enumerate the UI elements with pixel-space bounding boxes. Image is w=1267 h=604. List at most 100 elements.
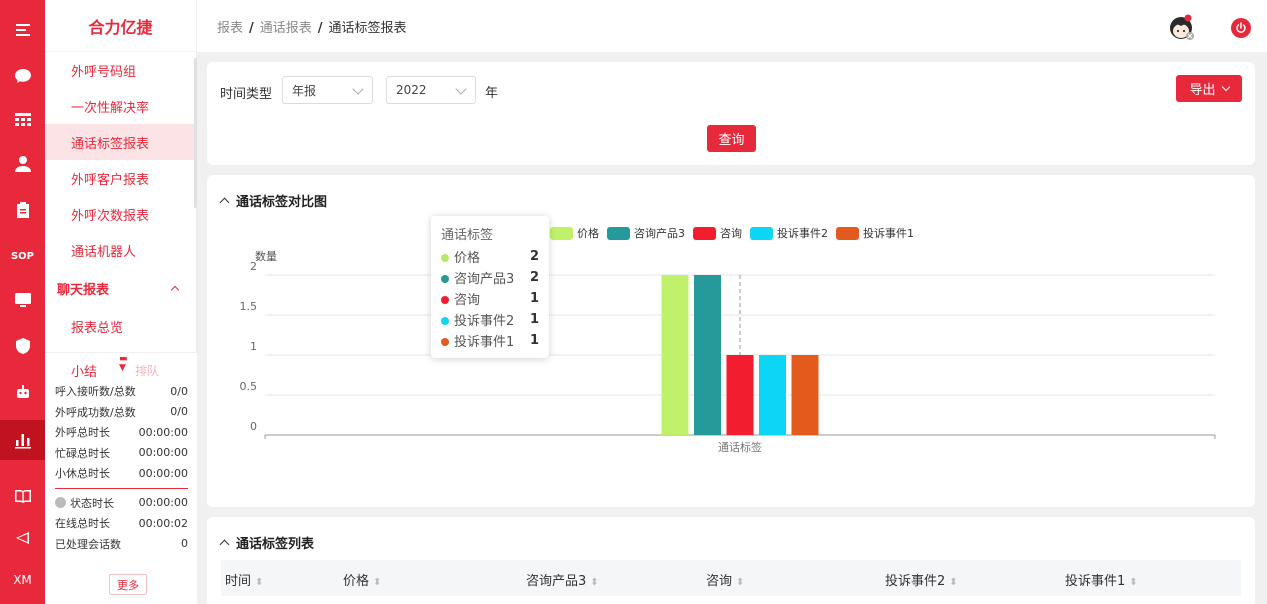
- export-button[interactable]: 导出: [1176, 75, 1242, 102]
- stat-label: 呼入接听数/总数: [55, 385, 136, 399]
- breadcrumb-item[interactable]: 报表: [217, 21, 243, 36]
- export-label: 导出: [1189, 83, 1216, 98]
- column-header-complaint1[interactable]: 投诉事件1 ⬍: [1065, 570, 1138, 589]
- book-icon[interactable]: [0, 478, 45, 514]
- y-tick-label: 0: [250, 420, 257, 433]
- y-tick-label: 1: [250, 340, 257, 353]
- avatar[interactable]: [1167, 12, 1197, 42]
- xm-label: XM: [13, 573, 32, 587]
- grid-icon[interactable]: [0, 102, 45, 138]
- filter-card: 时间类型 年报 2022 年 查询 导出: [207, 62, 1255, 165]
- tooltip-label: 咨询产品3: [454, 272, 515, 287]
- chat-icon[interactable]: [0, 58, 45, 94]
- monitor-icon[interactable]: [0, 282, 45, 318]
- stat-row: 忙碌总时长 00:00:00: [45, 443, 197, 464]
- stats-divider: [55, 487, 188, 489]
- tooltip-row: 咨询产品3 2: [441, 267, 539, 288]
- legend-item[interactable]: 投诉事件2: [750, 225, 828, 241]
- stat-value: 00:00:00: [138, 425, 188, 439]
- column-header-label: 时间: [225, 574, 252, 589]
- y-axis-label: 数量: [255, 250, 277, 263]
- table-header: 时间 ⬍ 价格 ⬍ 咨询产品3 ⬍ 咨询 ⬍ 投诉事件2 ⬍ 投诉事件1 ⬍: [221, 560, 1241, 596]
- stat-row: 呼入接听数/总数 0/0: [45, 381, 197, 402]
- table-card: 通话标签列表 时间 ⬍ 价格 ⬍ 咨询产品3 ⬍ 咨询 ⬍ 投诉事件2 ⬍ 投诉事件1 ⬍: [207, 517, 1255, 604]
- tooltip-label: 咨询: [454, 293, 481, 308]
- sidebar-item-report-overview[interactable]: 报表总览: [45, 308, 196, 344]
- stat-row: 外呼成功数/总数 0/0: [45, 402, 197, 423]
- clipboard-icon[interactable]: [0, 192, 45, 228]
- sidebar: 合力亿捷 外呼号码组 一次性解决率 通话标签报表 外呼客户报表 外呼次数报表 通…: [45, 0, 197, 604]
- sidebar-item-call-robot[interactable]: 通话机器人: [45, 232, 196, 268]
- sidebar-item-outbound-customer-report[interactable]: 外呼客户报表: [45, 160, 196, 196]
- brand-title: 合力亿捷: [45, 0, 196, 52]
- tooltip-label: 投诉事件1: [454, 335, 515, 350]
- column-header-complaint2[interactable]: 投诉事件2 ⬍: [885, 570, 958, 589]
- column-header-label: 咨询产品3: [526, 574, 587, 589]
- power-icon[interactable]: [1231, 18, 1251, 38]
- sidebar-item-first-call-resolution[interactable]: 一次性解决率: [45, 88, 196, 124]
- tooltip-value: 2: [529, 249, 539, 264]
- chevron-down-icon: [352, 83, 364, 95]
- sidebar-item-outbound-group[interactable]: 外呼号码组: [45, 52, 196, 88]
- table-section-title-text: 通话标签列表: [236, 537, 315, 552]
- tooltip-value: 2: [529, 270, 539, 285]
- tooltip-dot: [441, 296, 449, 304]
- sop-label: SOP: [10, 250, 35, 262]
- x-tick-label: 通话标签: [718, 440, 762, 454]
- tooltip-dot: [441, 275, 449, 283]
- xm-icon[interactable]: XM: [0, 562, 45, 598]
- stat-row: 在线总时长 00:00:02: [45, 513, 197, 534]
- column-header-consult[interactable]: 咨询 ⬍: [706, 570, 744, 589]
- sidebar-item-call-tag-report[interactable]: 通话标签报表: [45, 124, 196, 160]
- legend-item[interactable]: 咨询: [693, 225, 742, 241]
- sop-icon[interactable]: SOP: [0, 238, 45, 274]
- chart-section-title[interactable]: 通话标签对比图: [219, 191, 327, 210]
- bar-chart[interactable]: 数量 0 0.5 1 1.5 2 通话标签: [207, 245, 1255, 545]
- clock-icon: [55, 496, 66, 508]
- sidebar-group-chat-report[interactable]: 聊天报表: [45, 268, 196, 308]
- legend-item[interactable]: 投诉事件1: [836, 225, 914, 241]
- column-header-price[interactable]: 价格 ⬍: [343, 570, 381, 589]
- report-chart-icon[interactable]: [0, 420, 45, 460]
- tab-summary[interactable]: 小结: [71, 361, 97, 380]
- bar: [726, 355, 754, 435]
- query-button[interactable]: 查询: [707, 125, 756, 152]
- sidebar-group-label: 聊天报表: [57, 282, 110, 298]
- stat-value: 00:00:00: [138, 496, 188, 510]
- chart-tooltip: 通话标签 价格 2 咨询产品3 2 咨询 1 投诉事件2 1 投诉事件1 1: [431, 216, 549, 358]
- year-select[interactable]: 2022: [386, 76, 476, 104]
- shield-icon[interactable]: [0, 328, 45, 364]
- breadcrumb-item[interactable]: 通话报表: [260, 21, 312, 36]
- stat-label: 在线总时长: [55, 517, 110, 531]
- user-icon[interactable]: [0, 146, 45, 182]
- tooltip-dot: [441, 338, 449, 346]
- sidebar-item-outbound-count-report[interactable]: 外呼次数报表: [45, 196, 196, 232]
- chevron-down-icon: [455, 83, 467, 95]
- chart-legend: 价格 咨询产品3 咨询 投诉事件2 投诉事件1: [550, 225, 922, 241]
- stat-label: 小休总时长: [55, 467, 110, 481]
- chevron-up-icon: [170, 285, 180, 294]
- stat-value: 00:00:00: [138, 466, 188, 480]
- column-header-label: 价格: [343, 574, 370, 589]
- table-section-title[interactable]: 通话标签列表: [219, 533, 315, 552]
- icon-rail: SOP XM: [0, 0, 45, 604]
- sidebar-scrollbar[interactable]: [194, 58, 197, 208]
- column-header-time[interactable]: 时间 ⬍: [225, 570, 263, 589]
- legend-item[interactable]: 价格: [550, 225, 599, 241]
- breadcrumb-current: 通话标签报表: [328, 21, 407, 36]
- sort-icon: ⬍: [255, 577, 264, 588]
- time-type-select[interactable]: 年报: [282, 76, 373, 104]
- tooltip-dot: [441, 317, 449, 325]
- tab-queue[interactable]: 排队: [135, 362, 159, 379]
- tooltip-label: 投诉事件2: [454, 314, 515, 329]
- year-value: 2022: [396, 83, 427, 97]
- legend-item[interactable]: 咨询产品3: [607, 225, 685, 241]
- tooltip-row: 投诉事件2 1: [441, 309, 539, 330]
- megaphone-icon[interactable]: [0, 520, 45, 556]
- stat-value: 0: [181, 537, 188, 551]
- more-button[interactable]: 更多: [109, 574, 147, 595]
- menu-toggle-icon[interactable]: [0, 12, 45, 48]
- year-unit-label: 年: [485, 86, 499, 101]
- column-header-consult-product3[interactable]: 咨询产品3 ⬍: [526, 570, 599, 589]
- robot-icon[interactable]: [0, 374, 45, 410]
